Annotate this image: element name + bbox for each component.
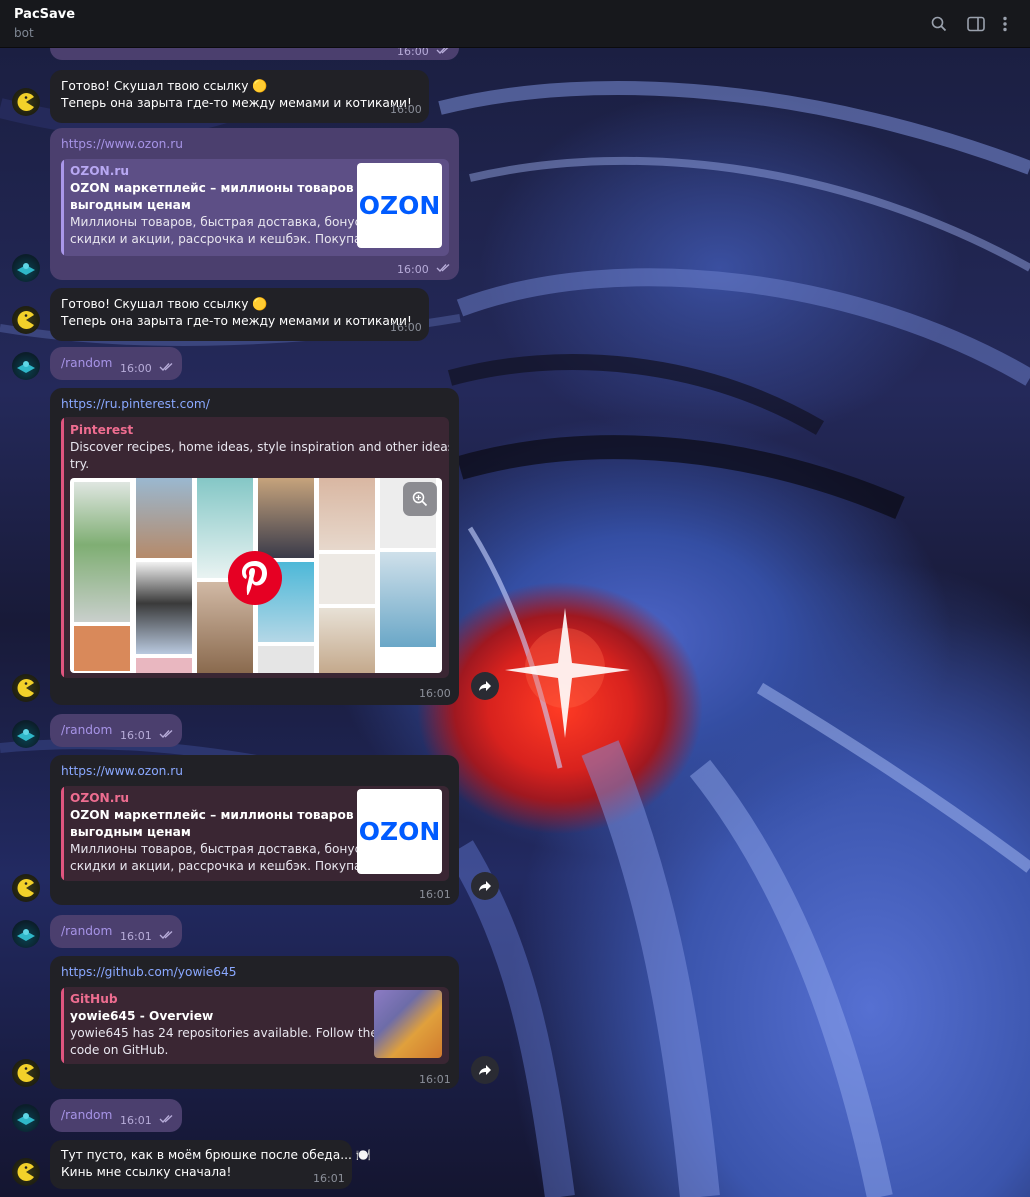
message-time: 16:01 [120, 930, 152, 943]
bot-command-link[interactable]: /random [61, 355, 112, 372]
github-avatar-thumbnail[interactable] [374, 990, 442, 1058]
preview-description-line: Миллионы товаров, быстрая доставка, бону… [70, 842, 375, 856]
link-preview[interactable]: OZON.ru OZON маркетплейс – миллионы това… [61, 159, 449, 256]
ozon-logo-thumbnail[interactable]: OZON [357, 789, 442, 874]
preview-site-name: GitHub [70, 992, 118, 1006]
message-incoming[interactable]: Готово! Скушал твою ссылку 🟡 Теперь она … [50, 288, 429, 341]
preview-accent-bar [61, 987, 64, 1064]
ozon-logo-thumbnail[interactable]: OZON [357, 163, 442, 248]
share-arrow-icon[interactable] [471, 872, 499, 900]
preview-description-line: скидки и акции, рассрочка и кешбэк. Поку… [70, 859, 374, 873]
user-avatar[interactable] [12, 720, 40, 748]
chat-subtitle: bot [14, 26, 34, 40]
pinterest-preview-image[interactable] [70, 478, 442, 673]
message-incoming-link[interactable]: https://github.com/yowie645 GitHub yowie… [50, 956, 459, 1089]
preview-title-line: OZON маркетплейс – миллионы товаров по [70, 181, 375, 195]
chat-header[interactable]: PacSave bot [0, 0, 1030, 48]
message-text-line: Кинь мне ссылку сначала! [61, 1165, 232, 1179]
read-checkmarks-icon [436, 264, 450, 272]
preview-site-name: OZON.ru [70, 164, 130, 178]
link-preview[interactable]: OZON.ru OZON маркетплейс – миллионы това… [61, 786, 449, 881]
bot-avatar[interactable] [12, 306, 40, 334]
link-preview[interactable]: GitHub yowie645 - Overview yowie645 has … [61, 987, 449, 1064]
message-url-link[interactable]: https://www.ozon.ru [61, 136, 183, 153]
message-time: 16:01 [419, 888, 451, 901]
message-time: 16:01 [313, 1172, 345, 1185]
user-avatar[interactable] [12, 352, 40, 380]
preview-description-line: Discover recipes, home ideas, style insp… [70, 440, 449, 454]
search-icon[interactable] [928, 13, 950, 35]
preview-description-line: try. [70, 457, 90, 471]
message-time: 16:00 [390, 103, 422, 116]
preview-site-name: Pinterest [70, 423, 134, 437]
preview-description-line: code on GitHub. [70, 1043, 169, 1057]
message-time: 16:00 [390, 321, 422, 334]
message-incoming[interactable]: Тут пусто, как в моём брюшке после обеда… [50, 1140, 371, 1189]
preview-description-line: yowie645 has 24 repositories available. … [70, 1026, 387, 1040]
message-url-link[interactable]: https://github.com/yowie645 [61, 964, 237, 981]
message-time: 16:01 [419, 1073, 451, 1086]
read-checkmarks-icon [159, 1115, 173, 1123]
user-avatar[interactable] [12, 254, 40, 282]
bot-avatar[interactable] [12, 88, 40, 116]
message-incoming[interactable]: Готово! Скушал твою ссылку 🟡 Теперь она … [50, 70, 429, 123]
preview-description-line: Миллионы товаров, быстрая доставка, бону… [70, 215, 375, 229]
message-time: 16:01 [120, 1114, 152, 1127]
message-text-line: Готово! Скушал твою ссылку 🟡 [61, 297, 268, 311]
bot-command-link[interactable]: /random [61, 923, 112, 940]
chat-title: PacSave [14, 7, 76, 22]
zoom-in-icon[interactable] [403, 482, 437, 516]
message-text-line: Тут пусто, как в моём брюшке после обеда… [61, 1148, 371, 1162]
message-incoming-link[interactable]: https://ru.pinterest.com/ Pinterest Disc… [50, 388, 459, 705]
more-vertical-icon[interactable] [998, 13, 1012, 35]
bot-avatar[interactable] [12, 1158, 40, 1186]
bot-command-link[interactable]: /random [61, 1107, 112, 1124]
preview-description-line: скидки и акции, рассрочка и кешбэк. Поку… [70, 232, 374, 246]
preview-accent-bar [61, 417, 64, 678]
message-time: 16:01 [120, 729, 152, 742]
preview-site-name: OZON.ru [70, 791, 130, 805]
bot-avatar[interactable] [12, 1059, 40, 1087]
message-url-link[interactable]: https://ru.pinterest.com/ [61, 396, 210, 413]
bot-avatar[interactable] [12, 674, 40, 702]
read-checkmarks-icon [159, 931, 173, 939]
preview-accent-bar [61, 159, 64, 256]
preview-title-line: yowie645 - Overview [70, 1009, 214, 1023]
bot-command-link[interactable]: /random [61, 722, 112, 739]
preview-title-line: OZON маркетплейс – миллионы товаров по [70, 808, 375, 822]
preview-title-line: выгодным ценам [70, 198, 191, 212]
message-url-link[interactable]: https://www.ozon.ru [61, 763, 183, 780]
share-arrow-icon[interactable] [471, 1056, 499, 1084]
message-incoming-link[interactable]: https://www.ozon.ru OZON.ru OZON маркетп… [50, 755, 459, 905]
message-text-line: Теперь она зарыта где-то между мемами и … [61, 314, 412, 328]
read-checkmarks-icon [159, 730, 173, 738]
sidebar-toggle-icon[interactable] [965, 13, 987, 35]
message-text-line: Готово! Скушал твою ссылку 🟡 [61, 79, 268, 93]
message-text-line: Теперь она зарыта где-то между мемами и … [61, 96, 412, 110]
preview-accent-bar [61, 786, 64, 881]
message-time: 16:00 [397, 263, 429, 276]
message-outgoing-command[interactable]: /random 16:01 [50, 714, 182, 747]
message-outgoing-link[interactable]: https://www.ozon.ru OZON.ru OZON маркетп… [50, 128, 459, 280]
share-arrow-icon[interactable] [471, 672, 499, 700]
message-outgoing-command[interactable]: /random 16:01 [50, 1099, 182, 1132]
pinterest-logo-icon [228, 551, 282, 605]
link-preview[interactable]: Pinterest Discover recipes, home ideas, … [61, 417, 449, 678]
user-avatar[interactable] [12, 920, 40, 948]
bot-avatar[interactable] [12, 874, 40, 902]
read-checkmarks-icon [159, 363, 173, 371]
message-outgoing-command[interactable]: /random 16:01 [50, 915, 182, 948]
preview-title-line: выгодным ценам [70, 825, 191, 839]
message-outgoing-command[interactable]: /random 16:00 [50, 347, 182, 380]
message-time: 16:00 [120, 362, 152, 375]
user-avatar[interactable] [12, 1104, 40, 1132]
message-time: 16:00 [419, 687, 451, 700]
